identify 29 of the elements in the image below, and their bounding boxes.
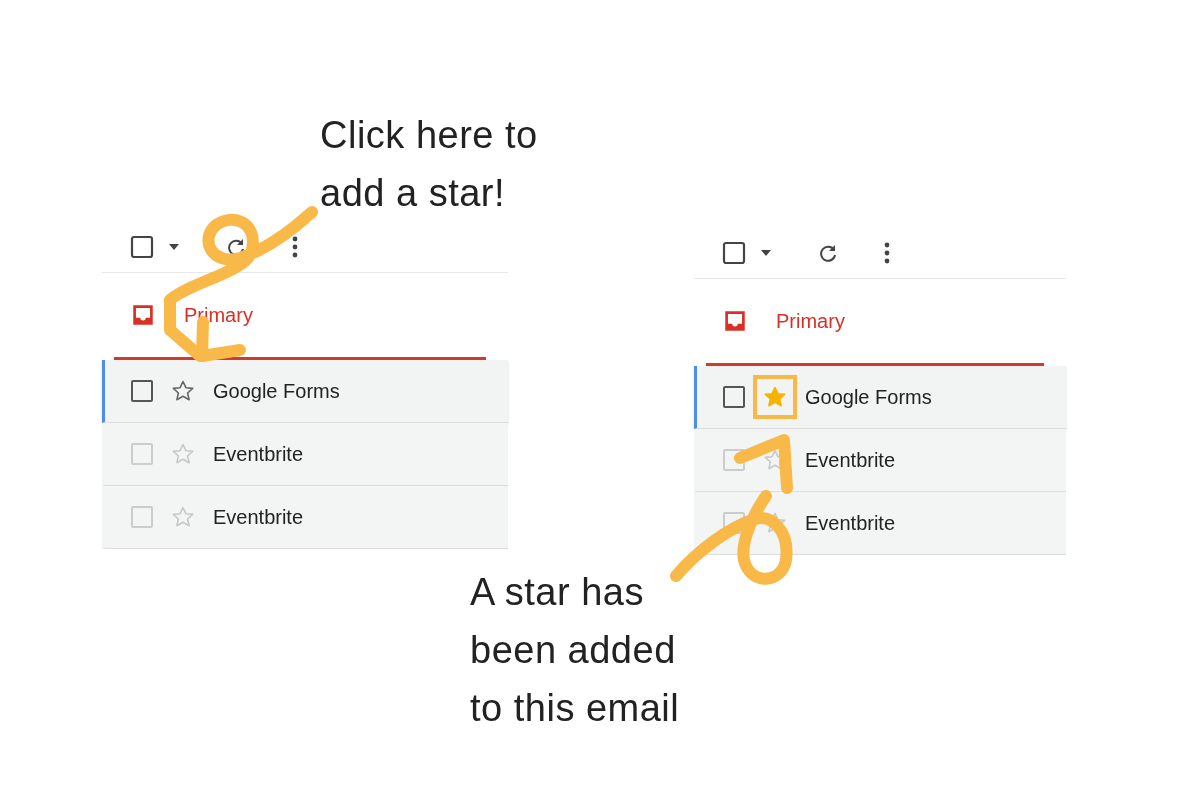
star-icon bbox=[763, 385, 787, 409]
sender-name: Google Forms bbox=[213, 379, 340, 403]
checkbox-icon[interactable] bbox=[722, 241, 746, 265]
email-row[interactable]: Eventbrite bbox=[102, 486, 508, 549]
highlighted-star-button[interactable] bbox=[753, 375, 797, 419]
sender-name: Eventbrite bbox=[805, 511, 896, 535]
star-icon bbox=[171, 505, 195, 529]
sender-name: Google Forms bbox=[805, 385, 932, 409]
caption: Click here to add a star! bbox=[320, 113, 538, 216]
sender-name: Eventbrite bbox=[213, 442, 304, 466]
caret-icon[interactable] bbox=[760, 249, 772, 257]
more-icon[interactable] bbox=[884, 242, 890, 264]
more-icon[interactable] bbox=[292, 236, 298, 258]
caption: A star has been added to this email bbox=[470, 570, 680, 731]
email-row[interactable]: Eventbrite bbox=[694, 492, 1066, 555]
checkbox-icon[interactable] bbox=[130, 235, 154, 259]
inbox-icon bbox=[722, 308, 748, 334]
checkbox[interactable] bbox=[131, 380, 153, 402]
email-row[interactable]: Google Forms bbox=[694, 366, 1066, 429]
star-icon bbox=[171, 442, 195, 466]
caret-icon[interactable] bbox=[168, 243, 180, 251]
email-row[interactable]: Eventbrite bbox=[694, 429, 1066, 492]
email-row[interactable]: Google Forms bbox=[102, 360, 508, 423]
inbox-icon bbox=[130, 302, 156, 328]
sender-name: Eventbrite bbox=[805, 448, 896, 472]
email-row[interactable]: Eventbrite bbox=[102, 423, 508, 486]
star-icon bbox=[171, 379, 195, 403]
checkbox[interactable] bbox=[723, 386, 745, 408]
sender-name: Eventbrite bbox=[213, 505, 304, 529]
